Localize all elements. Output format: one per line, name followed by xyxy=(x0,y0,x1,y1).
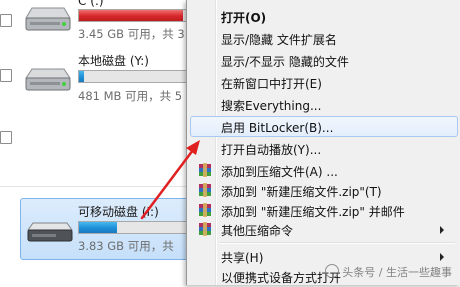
drive-space-info: 3.83 GB 可用，共 xyxy=(78,239,174,253)
menu-item-add-to-zip-and-email[interactable]: 添加到 "新建压缩文件.zip" 并邮件 xyxy=(190,200,458,221)
menu-item-label: 显示/隐藏 文件扩展名 xyxy=(221,33,337,47)
archive-icon xyxy=(199,203,211,217)
hard-drive-icon xyxy=(25,68,71,91)
removable-disk-icon xyxy=(27,222,73,242)
archive-icon xyxy=(199,222,211,236)
hard-drive-icon xyxy=(25,7,71,31)
menu-item-label: 其他压缩命令 xyxy=(221,224,294,238)
menu-item-autoplay[interactable]: 打开自动播放(Y)... xyxy=(190,138,458,159)
menu-item-label: 启用 BitLocker(B)... xyxy=(221,121,334,135)
menu-item-label: 显示/不显示 隐藏的文件 xyxy=(221,55,349,69)
menu-item-label: 添加到 "新建压缩文件.zip" 并邮件 xyxy=(221,205,405,219)
menu-item-other-compress[interactable]: 其他压缩命令 xyxy=(190,219,458,240)
archive-icon xyxy=(199,183,211,197)
drive-name[interactable]: 可移动磁盘 (I:) xyxy=(78,203,159,220)
drive-usage-bar xyxy=(78,70,188,83)
watermark: 头条号 / 生活一些趣事 xyxy=(325,264,452,280)
context-menu: 打开(O) 显示/隐藏 文件扩展名 显示/不显示 隐藏的文件 在新窗口中打开(E… xyxy=(186,0,460,285)
drive-usage-bar xyxy=(78,221,188,234)
watermark-logo-icon xyxy=(325,264,340,278)
menu-item-label: 共享(H) xyxy=(221,251,264,265)
checkbox[interactable] xyxy=(0,69,12,82)
checkbox[interactable] xyxy=(0,131,12,144)
menu-item-add-to-zip[interactable]: 添加到 "新建压缩文件.zip"(T) xyxy=(190,180,458,201)
drive-usage-bar xyxy=(78,9,188,22)
menu-item-open-new-window[interactable]: 在新窗口中打开(E) xyxy=(190,72,458,93)
menu-item-toggle-extensions[interactable]: 显示/隐藏 文件扩展名 xyxy=(190,28,458,49)
menu-separator xyxy=(219,242,455,244)
checkbox[interactable] xyxy=(0,14,12,27)
menu-item-bitlocker[interactable]: 启用 BitLocker(B)... xyxy=(190,116,458,137)
drive-name[interactable]: 本地磁盘 (Y:) xyxy=(78,52,149,69)
menu-item-label: 以便携式设备方式打开 xyxy=(221,271,342,285)
drive-usage-fill xyxy=(79,71,85,82)
submenu-arrow-icon xyxy=(440,253,444,261)
submenu-arrow-icon xyxy=(440,226,444,234)
drive-usage-fill xyxy=(79,222,117,233)
drive-name[interactable]: C (:) xyxy=(78,0,104,8)
drive-space-info: 481 MB 可用，共 5 xyxy=(78,89,183,103)
menu-item-add-to-archive[interactable]: 添加到压缩文件(A) ... xyxy=(190,160,458,181)
menu-item-label: 搜索Everything... xyxy=(221,99,322,113)
watermark-text: 头条号 / 生活一些趣事 xyxy=(342,266,452,279)
menu-item-toggle-hidden-files[interactable]: 显示/不显示 隐藏的文件 xyxy=(190,50,458,71)
section-divider xyxy=(0,186,186,187)
drive-space-info: 3.45 GB 可用，共 3 xyxy=(78,27,185,41)
menu-item-open[interactable]: 打开(O) xyxy=(190,6,458,27)
menu-item-label: 在新窗口中打开(E) xyxy=(221,77,322,91)
menu-item-label: 打开自动播放(Y)... xyxy=(221,143,322,157)
menu-item-label: 添加到压缩文件(A) ... xyxy=(221,165,338,179)
menu-item-label: 打开(O) xyxy=(221,11,267,25)
archive-icon xyxy=(199,163,211,177)
menu-item-label: 添加到 "新建压缩文件.zip"(T) xyxy=(221,185,382,199)
drive-usage-fill xyxy=(79,10,183,21)
menu-item-search-everything[interactable]: 搜索Everything... xyxy=(190,94,458,115)
